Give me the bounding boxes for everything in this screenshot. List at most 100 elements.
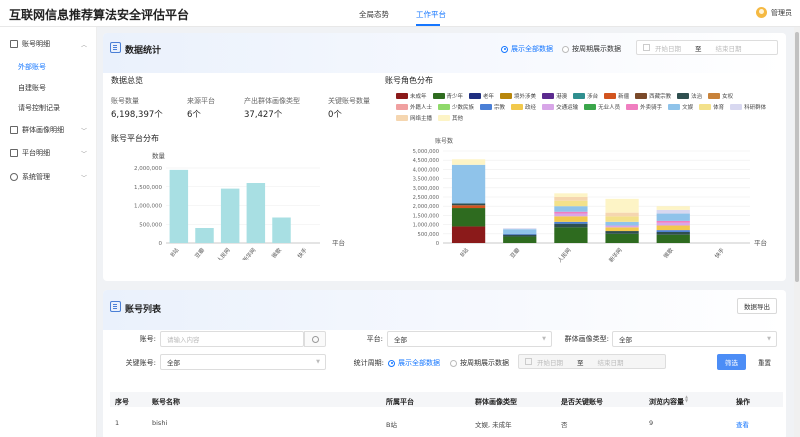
legend-label: 法治 (691, 94, 703, 100)
legend-item[interactable]: 境外涉美 (500, 92, 536, 100)
calendar-icon (643, 44, 650, 51)
legend-item[interactable]: 涉台 (573, 92, 598, 100)
legend-item[interactable]: 宗教 (480, 103, 505, 111)
legend-item[interactable]: 外籍人士 (396, 103, 432, 111)
export-button[interactable]: 数据导出 (737, 298, 777, 314)
chevron-down-icon: ﹀ (80, 174, 87, 182)
legend-item[interactable]: 未成年 (396, 92, 427, 100)
y-tick-label: 1,500,000 (134, 185, 162, 191)
user-icon (10, 173, 18, 181)
legend-item[interactable]: 科研群体 (730, 103, 766, 111)
stack-segment (656, 225, 690, 231)
platform-select[interactable]: 全部 ▼ (387, 331, 552, 347)
search-icon[interactable] (304, 331, 326, 347)
stack-segment (554, 193, 588, 197)
sidebar-item-external-accounts[interactable]: 外部账号 (18, 62, 46, 72)
sort-icon[interactable]: ▲ ▼ (685, 395, 688, 403)
top-bar: 互联网信息推荐算法安全评估平台 全局态势 工作平台 管理员 (0, 0, 800, 27)
stack-segment (451, 226, 486, 243)
key-account-select[interactable]: 全部 ▼ (160, 354, 326, 370)
row-account-name: bishi (152, 419, 168, 427)
list-icon (110, 42, 121, 53)
stat-value-group-types: 37,427个 (244, 110, 283, 120)
y-tick-label: 3,500,000 (413, 177, 439, 183)
date-start: 开始日期 (537, 358, 563, 367)
sidebar-item-self-built-accounts[interactable]: 自建账号 (18, 83, 46, 93)
legend-item[interactable]: 网络主播 (396, 114, 432, 122)
y-tick-label: 4,500,000 (413, 158, 439, 164)
legend-label: 文娱 (682, 105, 694, 111)
document-icon (10, 149, 18, 157)
legend-item[interactable]: 少数民族 (438, 103, 474, 111)
stack-segment (503, 236, 537, 243)
view-link[interactable]: 查看 (736, 419, 749, 429)
column-views[interactable]: 浏览内容量 (649, 397, 684, 407)
legend-item[interactable]: 女权 (708, 92, 733, 100)
legend-item[interactable]: 法治 (677, 92, 702, 100)
radio-show-all[interactable]: 展示全部数据 (501, 44, 553, 54)
legend-swatch (708, 93, 721, 99)
list-panel-title: 账号列表 (125, 305, 162, 315)
platform-chart-title: 账号平台分布 (111, 134, 159, 143)
legend-item[interactable]: 其他 (438, 114, 463, 122)
account-search-input[interactable]: 请输入内容 (160, 331, 304, 347)
stats-date-range[interactable]: 开始日期 至 结束日期 (636, 40, 778, 55)
reset-button[interactable]: 重置 (750, 354, 779, 370)
legend-item[interactable]: 体育 (699, 103, 724, 111)
y-tick-label: 3,000,000 (413, 186, 439, 192)
legend-swatch (396, 104, 408, 110)
platform-distribution-chart: 数量 0 500,000 1,000,000 1,500,000 2,000,000 B站豆… (134, 151, 345, 260)
stack-segment (656, 209, 690, 214)
y-tick-label: 4,000,000 (413, 167, 439, 173)
list-radio-show-all[interactable]: 展示全部数据 (388, 358, 440, 368)
group-type-select[interactable]: 全部 ▼ (612, 331, 777, 347)
legend-swatch (584, 104, 597, 110)
sidebar-group-platform-detail[interactable]: 平台明细 ﹀ (0, 146, 97, 160)
legend-item[interactable]: 西藏宗教 (635, 92, 671, 100)
legend-item[interactable]: 政经 (511, 103, 536, 111)
legend-item[interactable]: 文娱 (668, 103, 693, 111)
legend-item[interactable]: 港澳 (542, 92, 567, 100)
legend-swatch (626, 104, 639, 110)
column-action: 操作 (736, 398, 750, 406)
stack-segment (451, 164, 486, 204)
legend-label: 网络主播 (410, 116, 433, 122)
list-date-range[interactable]: 开始日期 至 结束日期 (518, 354, 666, 369)
legend-label: 外卖骑手 (640, 105, 663, 111)
legend-item[interactable]: 外卖骑手 (626, 103, 662, 111)
stack-segment (656, 234, 690, 243)
scrollbar-thumb[interactable] (795, 32, 799, 282)
legend-swatch (480, 104, 493, 110)
sidebar-group-system-management[interactable]: 系统管理 ﹀ (0, 170, 97, 184)
stack-segment (451, 208, 486, 227)
list-radio-by-period[interactable]: 按周期展示数据 (450, 358, 509, 368)
tab-global-situation[interactable]: 全局态势 (359, 9, 389, 20)
legend-item[interactable]: 青少年 (432, 92, 464, 100)
key-account-filter-label: 关键账号: (125, 359, 156, 367)
stack-segment (503, 229, 537, 234)
key-select-value: 全部 (167, 359, 180, 367)
scrollbar[interactable] (794, 27, 800, 437)
bar (169, 169, 189, 243)
bar (220, 188, 240, 243)
user-name: 管理员 (771, 8, 792, 17)
stack-segment (554, 206, 588, 212)
date-end: 结束日期 (715, 44, 742, 53)
legend-swatch (635, 93, 648, 99)
legend-label: 青少年 (446, 94, 464, 100)
legend-item[interactable]: 交通运输 (542, 103, 578, 111)
radio-by-period[interactable]: 按周期展示数据 (562, 44, 621, 54)
stack-segment (554, 211, 588, 214)
sidebar-group-account-detail[interactable]: 账号明细 ︿ (0, 37, 97, 51)
legend-swatch (500, 93, 513, 99)
sidebar-item-control-records[interactable]: 请号控制记录 (18, 103, 60, 113)
user-menu[interactable]: 管理员 (756, 7, 792, 18)
sidebar-group-group-profile[interactable]: 群体画像明细 ﹀ (0, 123, 97, 137)
tab-workbench[interactable]: 工作平台 (416, 9, 446, 20)
legend-item[interactable]: 老年 (469, 92, 494, 100)
legend-label: 外籍人士 (410, 105, 433, 111)
legend-item[interactable]: 新疆 (604, 92, 629, 100)
legend-label: 女权 (722, 94, 734, 100)
legend-item[interactable]: 无业人员 (584, 103, 620, 111)
filter-button[interactable]: 筛选 (717, 354, 746, 370)
